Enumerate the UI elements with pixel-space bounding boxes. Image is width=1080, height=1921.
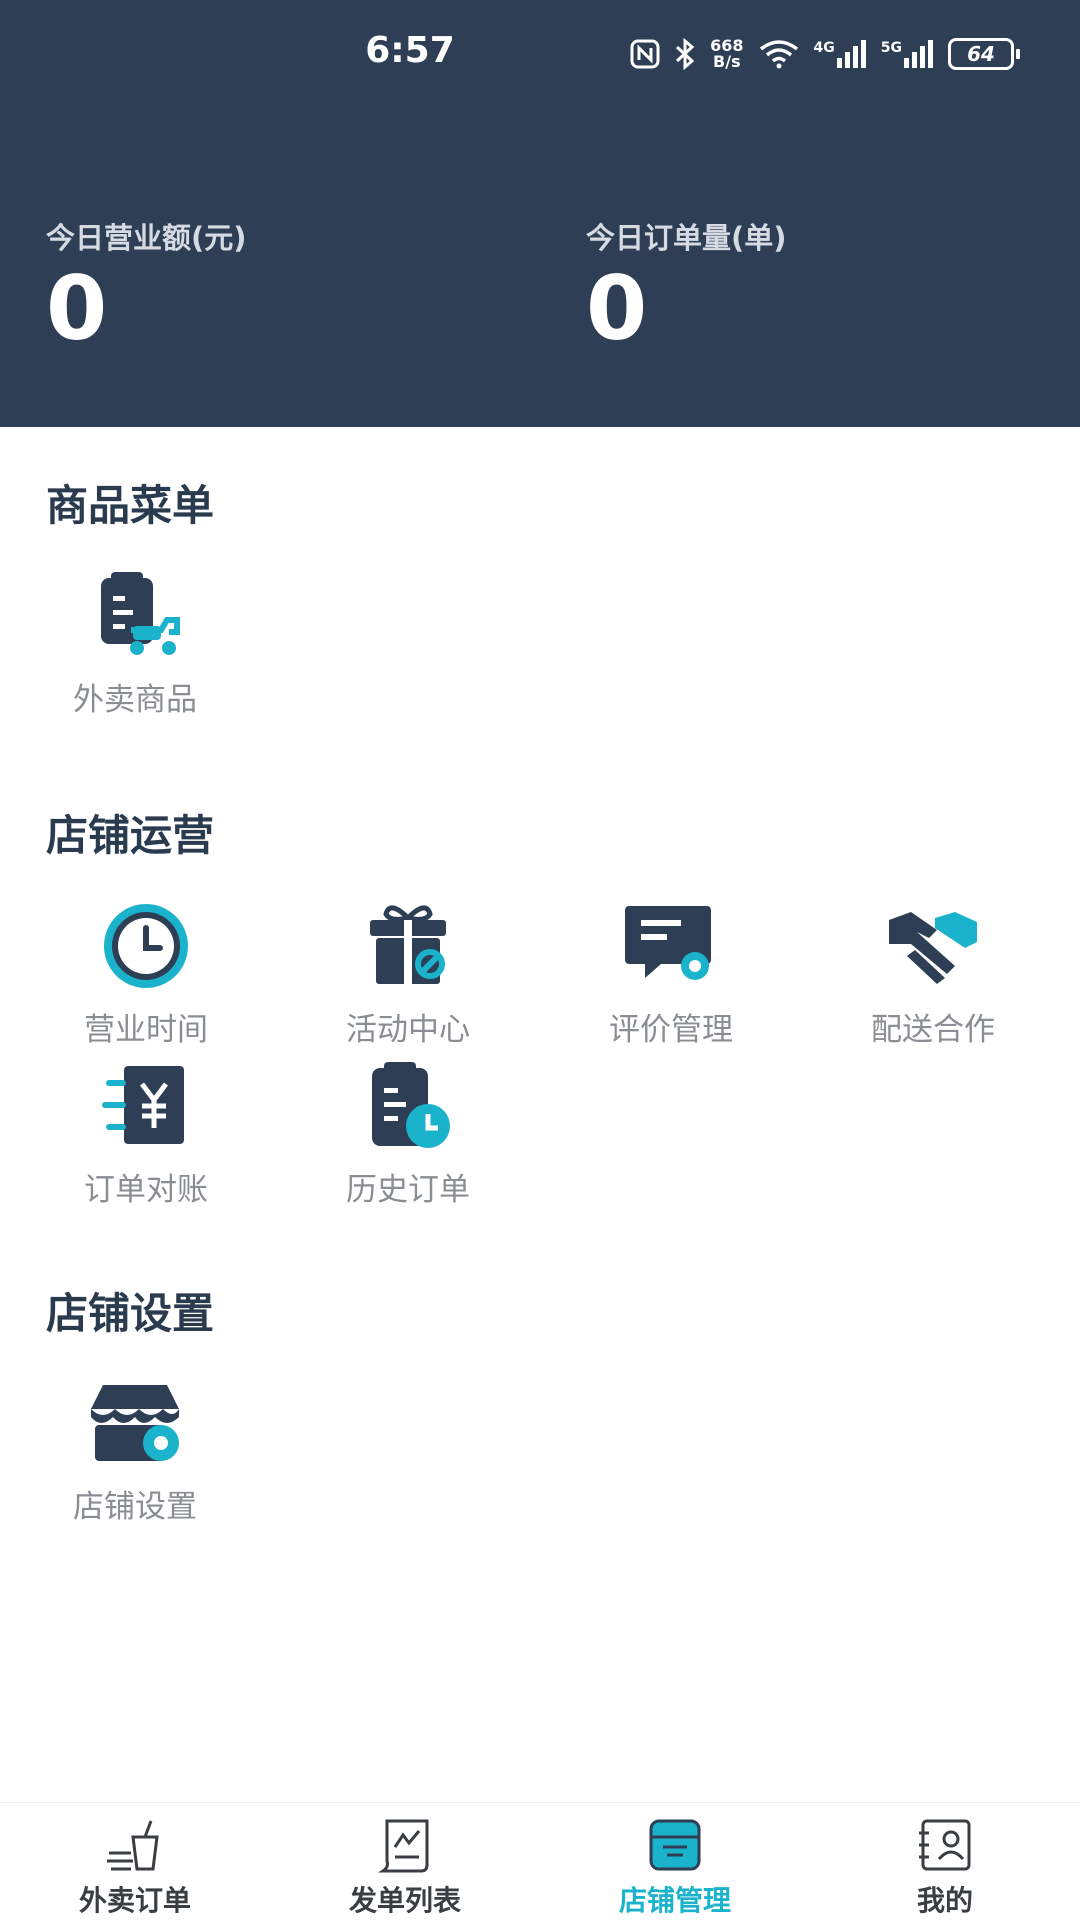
header-panel: 6:57 668 B/s 4G 5G 64 今日营业额(元) 0 今日订单量(单… xyxy=(0,0,1080,427)
yuan-ledger-icon xyxy=(102,1066,184,1144)
revenue-stat: 今日营业额(元) 0 xyxy=(46,215,247,353)
battery-icon: 64 xyxy=(948,38,1020,70)
bluetooth-icon xyxy=(676,38,695,70)
tab-label: 店铺管理 xyxy=(618,1884,731,1917)
item-takeout-goods[interactable]: 外卖商品 xyxy=(50,568,220,719)
takeout-goods-icon xyxy=(101,572,180,655)
history-clipboard-icon xyxy=(372,1062,450,1148)
revenue-value: 0 xyxy=(46,257,108,360)
store-settings-icon xyxy=(91,1385,179,1461)
tab-label: 发单列表 xyxy=(348,1884,461,1917)
dispatch-list-icon xyxy=(378,1819,429,1873)
item-business-hours[interactable]: 营业时间 xyxy=(61,898,231,1049)
item-delivery-cooperation[interactable]: 配送合作 xyxy=(848,898,1018,1049)
takeout-order-icon xyxy=(107,1820,159,1871)
tab-label: 我的 xyxy=(916,1884,973,1917)
signal-icon xyxy=(904,40,933,68)
item-history-orders[interactable]: 历史订单 xyxy=(323,1058,493,1209)
item-label: 营业时间 xyxy=(84,1012,208,1048)
signal-4g: 4G xyxy=(814,40,867,68)
section-title-ops: 店铺运营 xyxy=(46,811,215,860)
wifi-icon xyxy=(759,40,798,69)
revenue-label: 今日营业额(元) xyxy=(46,221,247,255)
net-speed: 668 B/s xyxy=(710,36,744,71)
item-store-settings[interactable]: 店铺设置 xyxy=(50,1375,220,1526)
tab-dispatch-list[interactable]: 发单列表 xyxy=(270,1803,540,1921)
item-label: 配送合作 xyxy=(871,1012,995,1048)
section-title-menu: 商品菜单 xyxy=(46,481,215,530)
tab-store-management[interactable]: 店铺管理 xyxy=(540,1803,810,1921)
bottom-tab-bar: 外卖订单 发单列表 店铺管理 我的 xyxy=(0,1802,1080,1921)
item-label: 订单对账 xyxy=(84,1172,208,1208)
orders-label: 今日订单量(单) xyxy=(586,221,787,255)
item-label: 外卖商品 xyxy=(73,682,197,718)
item-order-reconciliation[interactable]: 订单对账 xyxy=(61,1058,231,1209)
profile-icon xyxy=(919,1819,971,1871)
signal-icon xyxy=(836,40,866,68)
orders-stat: 今日订单量(单) 0 xyxy=(586,215,787,353)
item-label: 评价管理 xyxy=(609,1012,733,1048)
review-icon xyxy=(625,906,711,980)
item-review-management[interactable]: 评价管理 xyxy=(586,898,756,1049)
tab-label: 外卖订单 xyxy=(78,1884,191,1917)
gift-icon xyxy=(370,905,446,984)
item-label: 活动中心 xyxy=(346,1012,470,1048)
item-label: 历史订单 xyxy=(346,1172,470,1208)
orders-value: 0 xyxy=(586,257,648,360)
nfc-icon xyxy=(630,39,660,69)
handshake-icon xyxy=(889,912,977,984)
section-title-settings: 店铺设置 xyxy=(46,1289,215,1338)
clock-icon xyxy=(104,904,188,988)
tab-takeout-orders[interactable]: 外卖订单 xyxy=(0,1803,270,1921)
tab-profile[interactable]: 我的 xyxy=(810,1803,1080,1921)
item-activity-center[interactable]: 活动中心 xyxy=(323,898,493,1049)
signal-5g: 5G xyxy=(881,40,934,68)
store-manage-icon xyxy=(649,1819,701,1871)
item-label: 店铺设置 xyxy=(73,1489,197,1525)
status-icons: 668 B/s 4G 5G 64 xyxy=(630,36,1020,72)
